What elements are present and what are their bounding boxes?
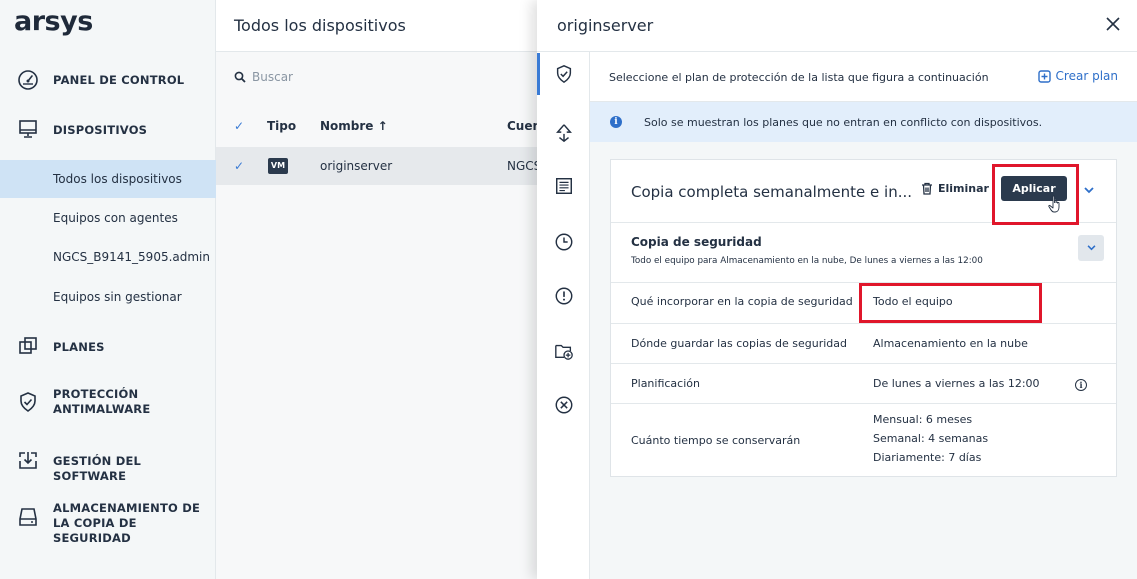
sidebar-item-proteccion-antimalware[interactable]: PROTECCIÓN ANTIMALWARE xyxy=(0,384,216,420)
sidebar-item-label-line2: ANTIMALWARE xyxy=(53,402,151,416)
sidebar-item-label: PLANES xyxy=(53,340,105,354)
column-header-cuenta[interactable]: Cuen xyxy=(507,119,541,133)
dashboard-gauge-icon xyxy=(17,69,39,91)
search-placeholder: Buscar xyxy=(252,70,293,84)
vm-type-icon: VM xyxy=(268,158,288,174)
create-plan-label: Crear plan xyxy=(1055,69,1118,83)
select-all-checkbox[interactable]: ✓ xyxy=(234,120,247,133)
document-list-icon[interactable] xyxy=(553,175,575,197)
drawer-header: originserver xyxy=(537,0,1137,52)
row-checkbox[interactable]: ✓ xyxy=(234,160,247,173)
retention-daily[interactable]: Diariamente: 7 días xyxy=(873,448,981,468)
shield-check-icon xyxy=(17,391,39,413)
section-collapse-button[interactable] xyxy=(1078,235,1104,261)
section-subtitle: Todo el equipo para Almacenamiento en la… xyxy=(631,256,983,266)
sidebar-item-label: PANEL DE CONTROL xyxy=(53,73,185,87)
plans-icon xyxy=(17,335,39,357)
property-label: Qué incorporar en la copia de seguridad xyxy=(631,295,853,308)
section-title: Copia de seguridad xyxy=(631,235,762,249)
property-row-where: Dónde guardar las copias de seguridad Al… xyxy=(611,323,1116,363)
shield-check-icon[interactable] xyxy=(537,53,575,95)
delete-label: Eliminar xyxy=(938,182,989,195)
info-text: Solo se muestran los planes que no entra… xyxy=(644,116,1043,129)
property-label: Dónde guardar las copias de seguridad xyxy=(631,337,847,350)
property-label: Cuánto tiempo se conservarán xyxy=(631,434,801,447)
column-header-nombre[interactable]: Nombre ↑ xyxy=(320,119,388,133)
sidebar-subitem-todos-los-dispositivos[interactable]: Todos los dispositivos xyxy=(0,160,216,198)
highlight-box-apply xyxy=(992,164,1079,225)
sidebar-item-label-line1: ALMACENAMIENTO DE xyxy=(53,501,201,515)
cancel-circle-icon[interactable] xyxy=(553,394,575,416)
alert-icon[interactable] xyxy=(553,285,575,307)
recovery-icon[interactable] xyxy=(553,122,575,144)
highlight-box-what xyxy=(859,283,1042,323)
chevron-down-icon[interactable] xyxy=(1081,182,1097,198)
sidebar-item-panel-de-control[interactable]: PANEL DE CONTROL xyxy=(0,66,216,94)
list-header: Todos los dispositivos xyxy=(216,0,546,52)
search-icon xyxy=(234,71,246,83)
sidebar-item-label: DISPOSITIVOS xyxy=(53,123,148,137)
device-drawer: originserver Seleccione el plan de prote… xyxy=(537,0,1137,579)
create-plan-button[interactable]: Crear plan xyxy=(1037,69,1118,83)
property-value[interactable]: Almacenamiento en la nube xyxy=(873,334,1028,354)
plan-card-header: Copia completa semanalmente e in... Elim… xyxy=(611,160,1116,225)
monitor-icon xyxy=(17,118,39,140)
sidebar-subitem-equipos-con-agentes[interactable]: Equipos con agentes xyxy=(0,199,216,237)
sidebar-item-label: GESTIÓN DEL SOFTWARE xyxy=(53,454,142,483)
search-input[interactable]: Buscar xyxy=(234,70,293,84)
drawer-icon-rail xyxy=(537,52,590,579)
storage-drive-icon xyxy=(17,506,39,528)
plus-box-icon xyxy=(1037,69,1051,83)
trash-icon xyxy=(922,182,932,195)
sidebar-item-gestion-del-software[interactable]: GESTIÓN DEL SOFTWARE xyxy=(0,446,216,483)
info-icon: i xyxy=(610,116,622,128)
sidebar: arsys PANEL DE CONTROL DISPOSITIVOS Todo… xyxy=(0,0,216,579)
info-banner: i Solo se muestran los planes que no ent… xyxy=(590,102,1137,142)
chevron-down-icon xyxy=(1087,245,1095,251)
drawer-title: originserver xyxy=(557,16,654,35)
sidebar-item-planes[interactable]: PLANES xyxy=(0,332,216,360)
device-list-panel: Todos los dispositivos Buscar ✓ Tipo Nom… xyxy=(216,0,546,579)
plan-title[interactable]: Copia completa semanalmente e in... xyxy=(631,183,912,201)
row-name: originserver xyxy=(320,159,393,173)
column-header-tipo[interactable]: Tipo xyxy=(267,119,296,133)
sidebar-subitem-ngcs-admin[interactable]: NGCS_B9141_5905.admin xyxy=(0,238,216,276)
sidebar-subitem-equipos-sin-gestionar[interactable]: Equipos sin gestionar xyxy=(0,278,216,316)
instruction-bar: Seleccione el plan de protección de la l… xyxy=(590,52,1137,102)
table-row[interactable]: ✓ VM originserver NGCS xyxy=(216,147,546,185)
property-row-retention: Cuánto tiempo se conservarán Mensual: 6 … xyxy=(611,403,1116,477)
property-value[interactable]: De lunes a viernes a las 12:00 xyxy=(873,374,1040,394)
info-icon[interactable]: i xyxy=(1075,379,1087,391)
folder-add-icon[interactable] xyxy=(553,340,575,362)
retention-monthly[interactable]: Mensual: 6 meses xyxy=(873,410,972,430)
sidebar-item-label-line1: PROTECCIÓN xyxy=(53,387,139,401)
arsys-logo[interactable]: arsys xyxy=(14,6,93,37)
plan-selection-content: Seleccione el plan de protección de la l… xyxy=(590,52,1137,579)
sidebar-item-almacenamiento[interactable]: ALMACENAMIENTO DE LA COPIA DE SEGURIDAD xyxy=(0,498,216,545)
property-label: Planificación xyxy=(631,377,700,390)
sidebar-item-dispositivos[interactable]: DISPOSITIVOS xyxy=(0,115,216,143)
close-icon[interactable] xyxy=(1101,12,1125,36)
property-row-what: Qué incorporar en la copia de seguridad … xyxy=(611,282,1116,323)
delete-plan-button[interactable]: Eliminar xyxy=(921,182,989,195)
property-row-schedule: Planificación De lunes a viernes a las 1… xyxy=(611,363,1116,403)
hand-cursor-icon xyxy=(1048,195,1060,213)
list-title: Todos los dispositivos xyxy=(234,16,406,35)
instruction-text: Seleccione el plan de protección de la l… xyxy=(609,71,989,84)
software-update-icon xyxy=(17,449,39,471)
retention-weekly[interactable]: Semanal: 4 semanas xyxy=(873,429,988,449)
sidebar-item-label-line2: LA COPIA DE SEGURIDAD xyxy=(53,516,137,545)
clock-icon[interactable] xyxy=(553,231,575,253)
plan-card: Copia completa semanalmente e in... Elim… xyxy=(610,159,1117,477)
